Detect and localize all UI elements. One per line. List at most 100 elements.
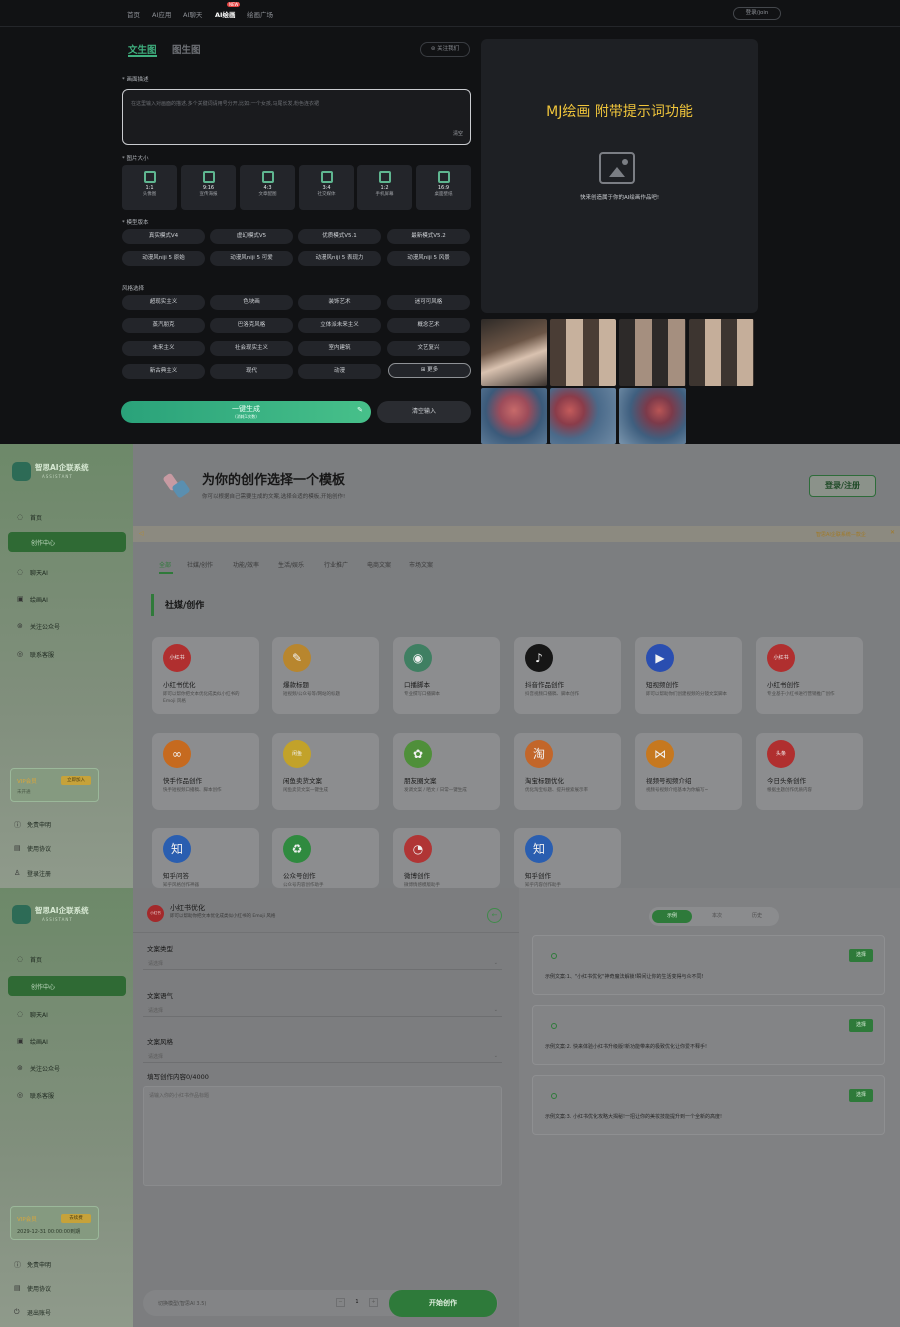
nav-ai-drawing[interactable]: AI绘画 xyxy=(215,9,235,19)
style-option[interactable]: 巴洛克风格 xyxy=(210,318,293,333)
select-button[interactable]: 选择 xyxy=(849,949,873,962)
template-card[interactable]: ♪ 抖音作品创作 抖音视频口播稿、脚本创作 xyxy=(514,637,621,714)
tab-current[interactable]: 本次 xyxy=(697,910,737,923)
version-option[interactable]: 优质模式V5.1 xyxy=(298,229,381,244)
style-option[interactable]: 立体派未来主义 xyxy=(298,318,381,333)
gallery-image[interactable] xyxy=(619,319,686,386)
tab-text-to-image[interactable]: 文生图 xyxy=(128,42,157,56)
sidebar-login[interactable]: 登录注册 xyxy=(27,869,51,878)
template-card[interactable]: 小红书 小红书优化 即可以帮你把文本优化成类似小红书的 Emoji 风格 xyxy=(152,637,259,714)
version-option[interactable]: 动漫风niji 5 可爱 xyxy=(210,251,293,266)
category-tab[interactable]: 生活/娱乐 xyxy=(278,560,304,569)
sidebar-item-chat[interactable]: 聊天AI xyxy=(30,568,48,577)
clear-button[interactable]: 清空 xyxy=(453,130,463,137)
sidebar-item-chat[interactable]: 聊天AI xyxy=(30,1010,48,1019)
sidebar-item-support[interactable]: 联系客服 xyxy=(30,1091,54,1100)
style-option[interactable]: 动漫 xyxy=(298,364,381,379)
style-option[interactable]: 超现实主义 xyxy=(122,295,205,310)
sidebar-logout[interactable]: 退出账号 xyxy=(27,1308,51,1317)
sidebar-disclaimer[interactable]: 免责申明 xyxy=(27,820,51,829)
style-option[interactable]: 未来主义 xyxy=(122,341,205,356)
template-card[interactable]: ♻ 公众号创作 公众号内容创作助手 xyxy=(272,828,379,888)
style-option[interactable]: 蒸汽朋克 xyxy=(122,318,205,333)
ratio-option[interactable]: 1:1 头像图 xyxy=(122,165,177,210)
version-option[interactable]: 动漫风niji 5 表现力 xyxy=(298,251,381,266)
quantity-value[interactable]: 1 xyxy=(347,1298,367,1307)
category-tab[interactable]: 功能/效率 xyxy=(233,560,259,569)
gallery-image[interactable] xyxy=(689,319,754,386)
content-textarea[interactable]: 请输入你的小红书作品标题 xyxy=(143,1086,502,1186)
vip-join-button[interactable]: 立即加入 xyxy=(61,776,91,785)
category-tab[interactable]: 全部 xyxy=(159,560,171,569)
ratio-option[interactable]: 1:2 手机屏幕 xyxy=(357,165,412,210)
category-tab[interactable]: 市场文案 xyxy=(409,560,433,569)
template-card[interactable]: ▶ 短视频创作 即可以帮助你们创建视频的分镜文案脚本 xyxy=(635,637,742,714)
style-option[interactable]: 文艺复兴 xyxy=(387,341,470,356)
ratio-option[interactable]: 3:4 社交媒体 xyxy=(299,165,354,210)
version-option[interactable]: 动漫风niji 5 风景 xyxy=(387,251,470,266)
sidebar-item-follow[interactable]: 关注公众号 xyxy=(30,622,60,631)
style-option[interactable]: 概念艺术 xyxy=(387,318,470,333)
sidebar-agreement[interactable]: 使用协议 xyxy=(27,1284,51,1293)
gallery-image[interactable] xyxy=(481,388,547,444)
nav-home[interactable]: 首页 xyxy=(127,9,140,19)
login-button[interactable]: 登录/join xyxy=(733,7,781,20)
category-tab[interactable]: 行业推广 xyxy=(324,560,348,569)
template-card[interactable]: 头条 今日头条创作 根据主题创作优质内容 xyxy=(756,733,863,810)
sidebar-disclaimer[interactable]: 免责申明 xyxy=(27,1260,51,1269)
version-option[interactable]: 最新模式V5.2 xyxy=(387,229,470,244)
gallery-image[interactable] xyxy=(550,319,616,386)
vip-renew-button[interactable]: 去续费 xyxy=(61,1214,91,1223)
template-card[interactable]: 淘淘宝标题优化 优化淘宝标题、提升搜索展示率 xyxy=(514,733,621,810)
template-card[interactable]: ◉ 口播脚本 专业撰写口播脚本 xyxy=(393,637,500,714)
reset-button[interactable]: 清空输入 xyxy=(377,401,471,423)
version-option[interactable]: 真实模式V4 xyxy=(122,229,205,244)
nav-ai-apps[interactable]: AI应用 xyxy=(152,9,171,19)
category-tab[interactable]: 社媒/创作 xyxy=(187,560,213,569)
tab-history[interactable]: 历史 xyxy=(737,910,777,923)
sidebar-item-follow[interactable]: 关注公众号 xyxy=(30,1064,60,1073)
start-creating-button[interactable]: 开始创作 xyxy=(389,1290,497,1317)
follow-button[interactable]: ⊚ 关注我们 xyxy=(420,42,470,57)
sidebar-item-home[interactable]: 首页 xyxy=(30,513,42,522)
model-switch[interactable]: 切换模型(智思AI 3.5) xyxy=(158,1300,206,1307)
style-option[interactable]: 现代 xyxy=(210,364,293,379)
sidebar-item-home[interactable]: 首页 xyxy=(30,955,42,964)
template-card[interactable]: 知知乎问答 知乎风格创作神器 xyxy=(152,828,259,888)
close-icon[interactable]: ✕ xyxy=(890,529,895,536)
style-option[interactable]: 色块画 xyxy=(210,295,293,310)
gallery-image[interactable] xyxy=(481,319,547,386)
login-register-button[interactable]: 登录/注册 xyxy=(809,475,876,497)
template-card[interactable]: ✿ 朋友圈文案 发调文案 / 晒文 / 日常一键生成 xyxy=(393,733,500,810)
plus-button[interactable]: + xyxy=(369,1298,378,1307)
sidebar-item-create[interactable]: 创作中心 xyxy=(8,532,126,552)
version-option[interactable]: 虚幻模式V5 xyxy=(210,229,293,244)
ratio-option[interactable]: 9:16 宣传海报 xyxy=(181,165,236,210)
template-card[interactable]: ⋈ 视频号视频介绍 视频号视频介绍基本为你编写~ xyxy=(635,733,742,810)
sidebar-item-support[interactable]: 联系客服 xyxy=(30,650,54,659)
style-option[interactable]: 装饰艺术 xyxy=(298,295,381,310)
prompt-textarea[interactable]: 在这里输入对画面的描述,多个关键词请用号分开,比如:一个女孩,马尾长发,粉色连衣… xyxy=(122,89,471,145)
sidebar-item-draw[interactable]: 绘画AI xyxy=(30,595,48,604)
template-card[interactable]: 小红书 小红书创作 专业基于小红书进行营销推广创作 xyxy=(756,637,863,714)
nav-gallery[interactable]: 绘画广场 xyxy=(247,9,273,19)
version-option[interactable]: 动漫风niji 5 原始 xyxy=(122,251,205,266)
select-button[interactable]: 选择 xyxy=(849,1019,873,1032)
tone-select[interactable]: 请选择 ⌄ xyxy=(143,1003,502,1017)
tab-image-to-image[interactable]: 图生图 xyxy=(172,42,201,56)
minus-button[interactable]: − xyxy=(336,1298,345,1307)
sidebar-item-draw[interactable]: 绘画AI xyxy=(30,1037,48,1046)
template-card[interactable]: 闲鱼 闲鱼卖货文案 闲鱼卖货文案一键生成 xyxy=(272,733,379,810)
select-button[interactable]: 选择 xyxy=(849,1089,873,1102)
generate-button[interactable]: 一键生成 (消耗1次数) ✎ xyxy=(121,401,371,423)
more-styles-button[interactable]: ⊞ 更多 xyxy=(388,363,471,378)
nav-ai-chat[interactable]: AI聊天 xyxy=(183,9,202,19)
template-card[interactable]: ◔ 微博创作 微博情感模版助手 xyxy=(393,828,500,888)
back-icon[interactable]: ← xyxy=(487,908,502,923)
style-option[interactable]: 新古典主义 xyxy=(122,364,205,379)
template-card[interactable]: 知知乎创作 知乎内容创作助手 xyxy=(514,828,621,888)
category-tab[interactable]: 电商文案 xyxy=(367,560,391,569)
sidebar-agreement[interactable]: 使用协议 xyxy=(27,844,51,853)
gallery-image[interactable] xyxy=(619,388,686,444)
type-select[interactable]: 请选择 ⌄ xyxy=(143,956,502,970)
